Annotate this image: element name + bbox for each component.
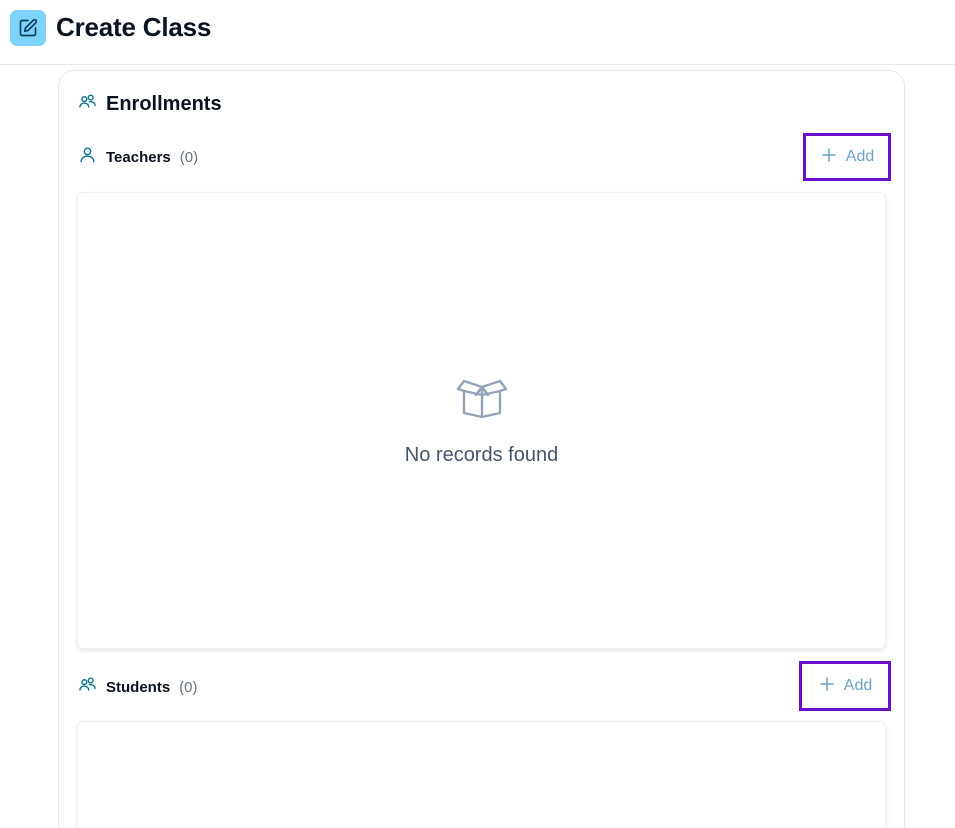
- box-icon: [454, 373, 510, 426]
- empty-state: No records found: [78, 373, 885, 467]
- page-title: Create Class: [56, 12, 212, 42]
- user-icon: [78, 145, 97, 169]
- teachers-header: Teachers (0): [78, 145, 198, 169]
- students-table: [77, 721, 886, 828]
- add-student-label: Add: [843, 677, 873, 694]
- add-teacher-button[interactable]: Add: [803, 133, 891, 181]
- students-header: Students (0): [78, 675, 198, 699]
- header-bar: Create Class: [0, 0, 955, 65]
- teachers-table: No records found: [77, 192, 886, 649]
- enrollments-title: Enrollments: [106, 92, 222, 115]
- users-icon: [78, 92, 97, 116]
- teachers-count: (0): [179, 148, 199, 166]
- edit-icon: [10, 10, 46, 46]
- users-icon: [78, 675, 97, 699]
- add-teacher-label: Add: [845, 148, 875, 165]
- students-count: (0): [179, 678, 198, 696]
- teachers-label: Teachers: [106, 148, 171, 166]
- plus-icon: [820, 146, 838, 169]
- empty-text: No records found: [404, 444, 559, 466]
- add-student-button[interactable]: Add: [799, 661, 891, 711]
- plus-icon: [818, 675, 836, 698]
- students-label: Students: [106, 678, 171, 696]
- enrollments-heading: Enrollments: [78, 92, 222, 116]
